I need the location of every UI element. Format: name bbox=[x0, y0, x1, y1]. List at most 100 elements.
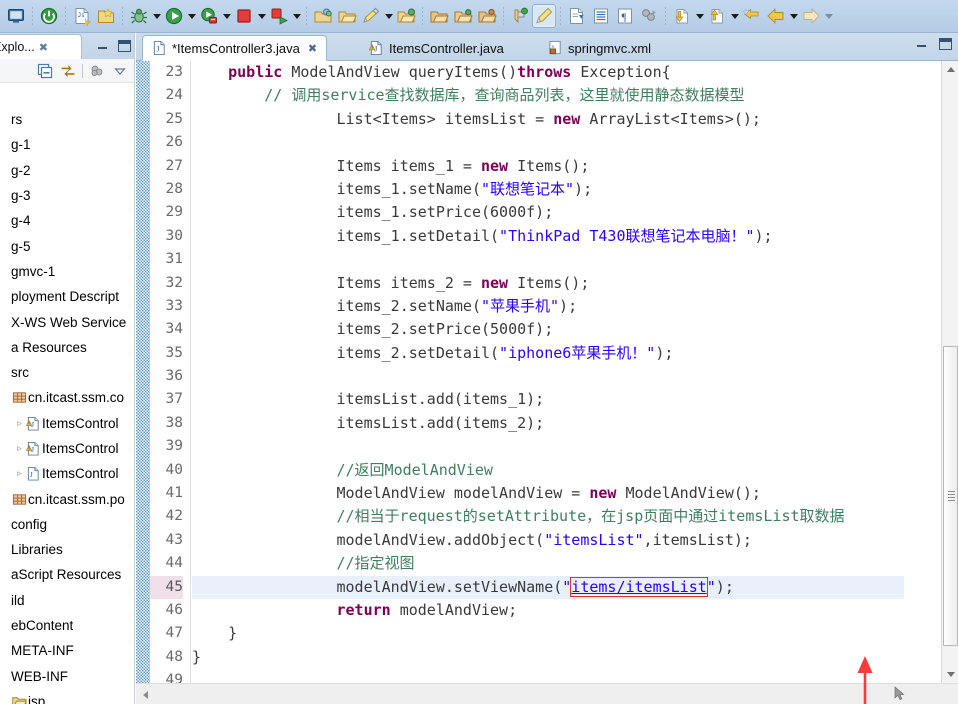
tree-item-cn-itcast-ssm-co[interactable]: cn.itcast.ssm.co bbox=[0, 385, 135, 410]
new-wizard-icon[interactable] bbox=[4, 4, 28, 28]
tree-item-g-4[interactable]: g-4 bbox=[0, 208, 135, 233]
tree-item-ascript-resources[interactable]: aScript Resources bbox=[0, 562, 135, 587]
editor-maximize-icon[interactable] bbox=[939, 38, 952, 50]
new-project-icon[interactable] bbox=[94, 4, 118, 28]
expand-arrow-icon[interactable]: ▹ bbox=[14, 443, 25, 454]
run-server-dropdown-icon[interactable] bbox=[291, 4, 302, 28]
panel-divider[interactable] bbox=[134, 33, 135, 704]
close-icon[interactable]: ✖ bbox=[39, 41, 48, 54]
tree-item-meta-inf[interactable]: META-INF bbox=[0, 638, 135, 663]
debug-dropdown-icon[interactable] bbox=[151, 4, 162, 28]
tree-item-g-5[interactable]: g-5 bbox=[0, 233, 135, 258]
forward-icon[interactable] bbox=[799, 4, 823, 28]
tree-item-src[interactable]: src bbox=[0, 360, 135, 385]
back-dropdown-icon[interactable] bbox=[788, 4, 799, 28]
next-annotation-icon[interactable] bbox=[508, 4, 532, 28]
code-line[interactable]: items_1.setDetail("ThinkPad T430联想笔记本电脑！… bbox=[192, 225, 904, 248]
tree-item-cn-itcast-ssm-po[interactable]: cn.itcast.ssm.po bbox=[0, 486, 135, 511]
horizontal-scrollbar[interactable] bbox=[136, 683, 958, 704]
tree-item-itemscontrol[interactable]: ▹ J ItemsControl bbox=[0, 411, 135, 436]
code-line[interactable]: items_2.setPrice(5000f); bbox=[192, 318, 904, 341]
tree-item-x-ws-web-service[interactable]: X-WS Web Service bbox=[0, 309, 135, 334]
debug-icon[interactable] bbox=[127, 4, 151, 28]
tree-item-itemscontrol[interactable]: ▹ J ItemsControl bbox=[0, 461, 135, 486]
tree-item-jsp[interactable]: jsp bbox=[0, 689, 135, 704]
link-with-editor-icon[interactable] bbox=[59, 62, 77, 80]
open-type-icon[interactable] bbox=[335, 4, 359, 28]
toggle-mark-occurrences-icon[interactable] bbox=[359, 4, 383, 28]
scroll-down-icon[interactable] bbox=[942, 666, 958, 683]
code-line[interactable]: itemsList.add(items_1); bbox=[192, 388, 904, 411]
next-edit-location-icon[interactable] bbox=[670, 4, 694, 28]
search-icon[interactable] bbox=[475, 4, 499, 28]
code-line[interactable]: return modelAndView; bbox=[192, 599, 904, 622]
tree-item-g-1[interactable]: g-1 bbox=[0, 132, 135, 157]
view-menu-icon[interactable] bbox=[88, 62, 106, 80]
tree-item-a-resources[interactable]: a Resources bbox=[0, 335, 135, 360]
back-icon[interactable] bbox=[764, 4, 788, 28]
run-server-icon[interactable] bbox=[267, 4, 291, 28]
vertical-scrollbar[interactable] bbox=[941, 61, 958, 683]
tree-item-gmvc-1[interactable]: gmvc-1 bbox=[0, 259, 135, 284]
tree-item-web-inf[interactable]: WEB-INF bbox=[0, 664, 135, 689]
tab-package-explorer[interactable]: Explo... ✖ bbox=[0, 34, 82, 59]
code-line[interactable]: } bbox=[192, 646, 904, 669]
code-line[interactable]: Items items_1 = new Items(); bbox=[192, 155, 904, 178]
code-line[interactable] bbox=[192, 131, 904, 154]
project-tree[interactable]: rs g-1 g-2 g-3 g-4 g-5 gmvc-1 ployment Descript… bbox=[0, 107, 135, 704]
new-js-file-icon[interactable]: Js bbox=[70, 4, 94, 28]
code-line[interactable]: items_2.setName("苹果手机"); bbox=[192, 295, 904, 318]
code-line[interactable]: // 调用service查找数据库，查询商品列表，这里就使用静态数据模型 bbox=[192, 84, 904, 107]
show-formatting-icon[interactable]: ¶ bbox=[613, 4, 637, 28]
maximize-icon[interactable] bbox=[118, 40, 131, 52]
editor-tab-springmvc-xml[interactable]: x springmvc.xml bbox=[539, 35, 660, 61]
code-line[interactable]: modelAndView.addObject("itemsList",items… bbox=[192, 529, 904, 552]
tree-item-ebcontent[interactable]: ebContent bbox=[0, 613, 135, 638]
back-history-icon[interactable] bbox=[740, 4, 764, 28]
expand-arrow-icon[interactable]: ▹ bbox=[14, 418, 25, 429]
close-icon[interactable]: ✖ bbox=[308, 42, 317, 55]
next-edit-location-dropdown-icon[interactable] bbox=[694, 4, 705, 28]
show-whitespace-icon[interactable] bbox=[565, 4, 589, 28]
tree-item-libraries[interactable]: Libraries bbox=[0, 537, 135, 562]
code-line[interactable]: //指定视图 bbox=[192, 552, 904, 575]
code-line[interactable]: itemsList.add(items_2); bbox=[192, 412, 904, 435]
editor-tab-itemscontroller-java[interactable]: J ItemsController.java bbox=[360, 35, 513, 61]
run-icon[interactable] bbox=[162, 4, 186, 28]
stop-dropdown-icon[interactable] bbox=[256, 4, 267, 28]
toggle-block-selection-icon[interactable] bbox=[532, 4, 556, 28]
run-external-tools-dropdown-icon[interactable] bbox=[221, 4, 232, 28]
minimize-icon[interactable] bbox=[96, 39, 110, 53]
code-line[interactable]: items_1.setPrice(6000f); bbox=[192, 201, 904, 224]
collapse-all-icon[interactable] bbox=[36, 62, 54, 80]
previous-edit-location-icon[interactable] bbox=[705, 4, 729, 28]
forward-dropdown-icon[interactable] bbox=[823, 4, 834, 28]
code-line[interactable]: ModelAndView modelAndView = new ModelAnd… bbox=[192, 482, 904, 505]
toggle-word-wrap-icon[interactable] bbox=[589, 4, 613, 28]
code-line[interactable]: public ModelAndView queryItems()throws E… bbox=[192, 61, 904, 84]
tree-item-g-2[interactable]: g-2 bbox=[0, 158, 135, 183]
toggle-mark-occurrences-dropdown-icon[interactable] bbox=[383, 4, 394, 28]
new-class-icon[interactable] bbox=[451, 4, 475, 28]
annotation-marker-bar[interactable] bbox=[136, 61, 150, 683]
code-line[interactable]: } bbox=[192, 622, 904, 645]
code-line[interactable]: List<Items> itemsList = new ArrayList<It… bbox=[192, 108, 904, 131]
code-line[interactable]: //相当于request的setAttribute，在jsp页面中通过items… bbox=[192, 505, 904, 528]
editor-tab-itemscontroller3-java[interactable]: J *ItemsController3.java ✖ bbox=[142, 35, 328, 61]
code-line[interactable] bbox=[192, 669, 904, 683]
code-line[interactable]: items_2.setDetail("iphone6苹果手机！"); bbox=[192, 342, 904, 365]
link-with-editor-icon[interactable] bbox=[637, 4, 661, 28]
stop-icon[interactable] bbox=[232, 4, 256, 28]
run-dropdown-icon[interactable] bbox=[186, 4, 197, 28]
expand-arrow-icon[interactable]: ▹ bbox=[14, 468, 25, 479]
code-line[interactable] bbox=[192, 435, 904, 458]
view-dropdown-icon[interactable] bbox=[111, 62, 129, 80]
run-external-tools-icon[interactable] bbox=[197, 4, 221, 28]
vertical-scroll-thumb[interactable] bbox=[943, 346, 958, 646]
editor-minimize-icon[interactable] bbox=[915, 37, 929, 51]
new-package-icon[interactable] bbox=[311, 4, 335, 28]
code-line[interactable] bbox=[192, 248, 904, 271]
open-task-icon[interactable] bbox=[394, 4, 418, 28]
code-line[interactable]: items_1.setName("联想笔记本"); bbox=[192, 178, 904, 201]
tree-item-config[interactable]: config bbox=[0, 512, 135, 537]
